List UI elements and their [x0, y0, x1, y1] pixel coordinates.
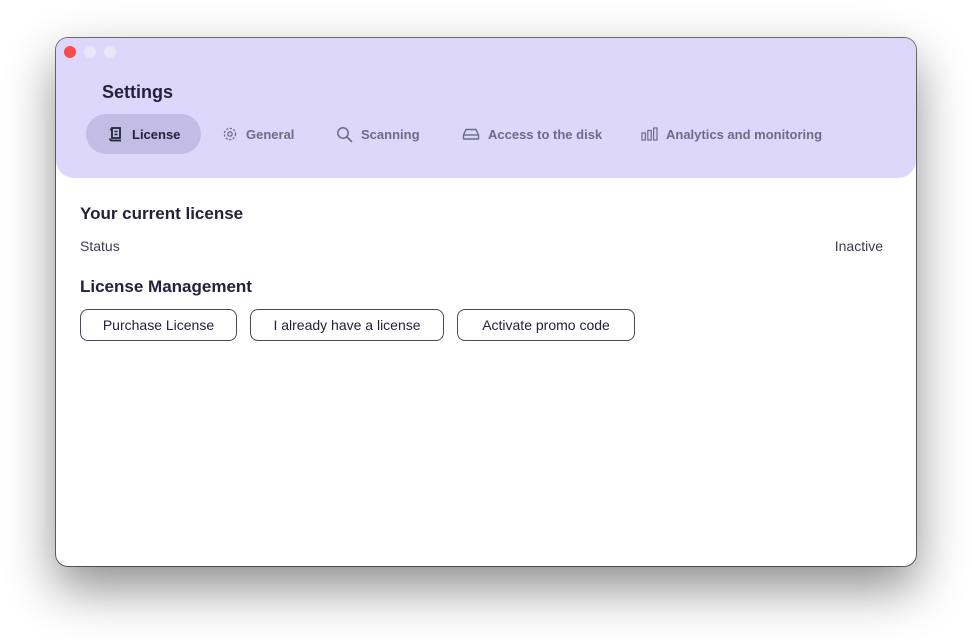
tab-access-label: Access to the disk [488, 126, 603, 142]
status-label: Status [80, 238, 120, 254]
search-icon [337, 126, 353, 142]
minimize-window-button[interactable] [84, 46, 96, 58]
tab-scanning-label: Scanning [361, 126, 420, 142]
disk-icon [462, 128, 480, 140]
have-license-button[interactable]: I already have a license [250, 309, 444, 341]
tab-scanning[interactable]: Scanning [336, 114, 420, 154]
tab-analytics-label: Analytics and monitoring [666, 126, 823, 142]
bar-chart-icon [641, 127, 658, 141]
window-controls [64, 46, 116, 58]
status-row: Status Inactive [80, 238, 883, 254]
current-license-heading: Your current license [80, 204, 244, 223]
purchase-license-button[interactable]: Purchase License [80, 309, 237, 341]
tab-general[interactable]: General [222, 114, 294, 154]
close-window-button[interactable] [64, 46, 76, 58]
tab-access-to-the-disk[interactable]: Access to the disk [462, 114, 602, 154]
tab-license-label: License [132, 126, 181, 142]
status-value: Inactive [834, 238, 883, 254]
tab-license[interactable]: License [86, 114, 201, 154]
license-management-heading: License Management [80, 277, 252, 296]
maximize-window-button[interactable] [104, 46, 116, 58]
scroll-icon [109, 127, 121, 142]
tab-analytics-and-monitoring[interactable]: Analytics and monitoring [641, 114, 822, 154]
tab-general-label: General [246, 126, 295, 142]
settings-window: Settings License General Scanning Access… [56, 38, 916, 566]
page-title: Settings [102, 82, 174, 102]
settings-header: Settings License General Scanning Access… [56, 38, 916, 178]
gear-icon [223, 127, 237, 141]
activate-promo-code-button[interactable]: Activate promo code [457, 309, 635, 341]
